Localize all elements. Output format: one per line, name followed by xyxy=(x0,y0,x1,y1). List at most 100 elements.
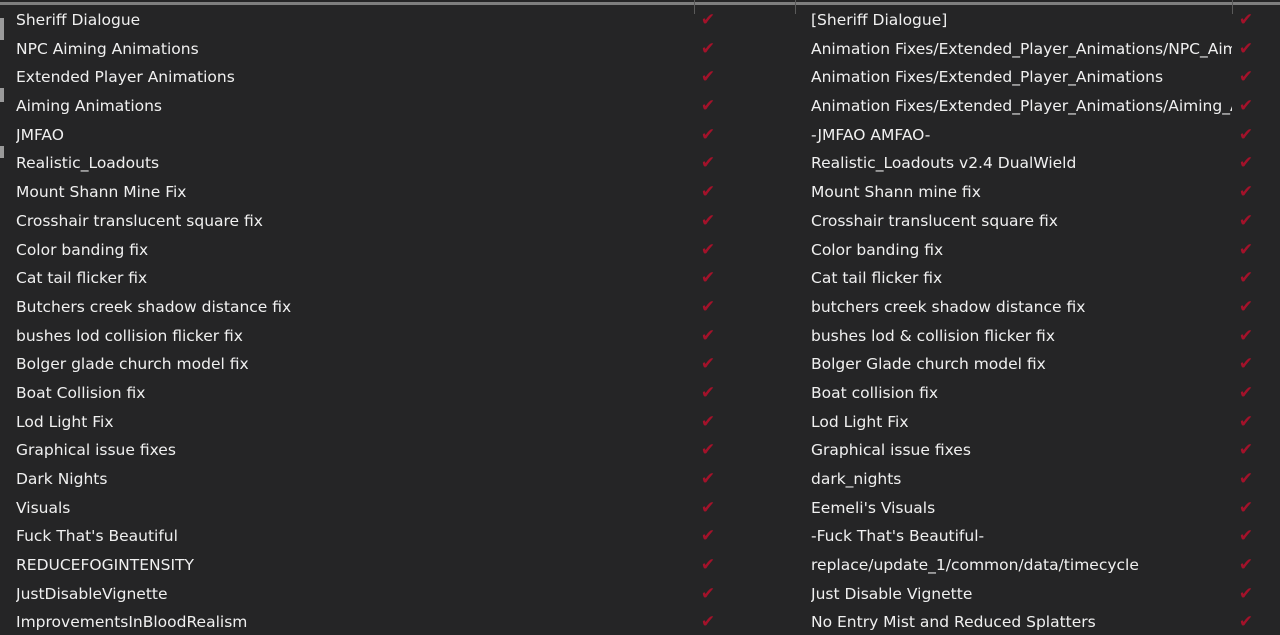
checkmark-icon[interactable]: ✔ xyxy=(1236,408,1256,437)
mod-target-cell: Eemeli's Visuals xyxy=(811,498,936,517)
checkmark-icon[interactable]: ✔ xyxy=(1236,580,1256,609)
checkmark-icon[interactable]: ✔ xyxy=(1236,322,1256,351)
checkmark-icon[interactable]: ✔ xyxy=(698,436,718,465)
checkmark-icon[interactable]: ✔ xyxy=(698,408,718,437)
checkmark-icon[interactable]: ✔ xyxy=(1236,465,1256,494)
checkmark-icon[interactable]: ✔ xyxy=(698,522,718,551)
mod-list-table: Sheriff Dialogue ✔ [Sheriff Dialogue] ✔ NPC … xyxy=(0,0,1280,635)
table-row[interactable]: Crosshair translucent square fix ✔ Crossha… xyxy=(0,207,1280,236)
table-row[interactable]: JustDisableVignette ✔ Just Disable Vignett… xyxy=(0,580,1280,609)
mod-target-cell: No Entry Mist and Reduced Splatters xyxy=(811,613,1096,632)
checkmark-icon[interactable]: ✔ xyxy=(698,494,718,523)
mod-name-cell: REDUCEFOGINTENSITY xyxy=(16,556,194,575)
mod-name-cell: Fuck That's Beautiful xyxy=(16,527,178,546)
checkmark-icon[interactable]: ✔ xyxy=(698,350,718,379)
mod-target-cell: Graphical issue fixes xyxy=(811,441,971,460)
table-row[interactable]: Visuals ✔ Eemeli's Visuals ✔ xyxy=(0,494,1280,523)
checkmark-icon[interactable]: ✔ xyxy=(698,293,718,322)
checkmark-icon[interactable]: ✔ xyxy=(698,465,718,494)
mod-name-cell: Aiming Animations xyxy=(16,97,163,116)
table-row[interactable]: JMFAO ✔ -JMFAO AMFAO- ✔ xyxy=(0,121,1280,150)
checkmark-icon[interactable]: ✔ xyxy=(1236,522,1256,551)
checkmark-icon[interactable]: ✔ xyxy=(1236,35,1256,64)
mod-target-cell: Bolger Glade church model fix xyxy=(811,355,1046,374)
mod-target-cell: Color banding fix xyxy=(811,240,944,259)
mod-target-cell: Crosshair translucent square fix xyxy=(811,211,1058,230)
mod-target-cell: [Sheriff Dialogue] xyxy=(811,11,948,29)
mod-target-cell: Animation Fixes/Extended_Player_Animatio… xyxy=(811,39,1232,58)
checkmark-icon[interactable]: ✔ xyxy=(1236,350,1256,379)
table-row[interactable]: Mount Shann Mine Fix ✔ Mount Shann mine fi… xyxy=(0,178,1280,207)
checkmark-icon[interactable]: ✔ xyxy=(1236,121,1256,150)
table-row[interactable]: REDUCEFOGINTENSITY ✔ replace/update_1/comm… xyxy=(0,551,1280,580)
checkmark-icon[interactable]: ✔ xyxy=(698,580,718,609)
checkmark-icon[interactable]: ✔ xyxy=(1236,436,1256,465)
checkmark-icon[interactable]: ✔ xyxy=(1236,92,1256,121)
table-rows: Sheriff Dialogue ✔ [Sheriff Dialogue] ✔ NPC … xyxy=(0,6,1280,635)
mod-target-cell: bushes lod & collision flicker fix xyxy=(811,326,1055,345)
mod-target-cell: dark_nights xyxy=(811,470,902,488)
table-row[interactable]: Butchers creek shadow distance fix ✔ butch… xyxy=(0,293,1280,322)
mod-target-cell: Cat tail flicker fix xyxy=(811,269,943,288)
checkmark-icon[interactable]: ✔ xyxy=(698,608,718,635)
checkmark-icon[interactable]: ✔ xyxy=(698,121,718,150)
checkmark-icon[interactable]: ✔ xyxy=(698,92,718,121)
mod-target-cell: Lod Light Fix xyxy=(811,412,909,431)
checkmark-icon[interactable]: ✔ xyxy=(698,379,718,408)
mod-target-cell: Animation Fixes/Extended_Player_Animatio… xyxy=(811,68,1164,87)
mod-name-cell: Sheriff Dialogue xyxy=(16,11,141,29)
checkmark-icon[interactable]: ✔ xyxy=(1236,608,1256,635)
checkmark-icon[interactable]: ✔ xyxy=(1236,207,1256,236)
table-row[interactable]: Dark Nights ✔ dark_nights ✔ xyxy=(0,465,1280,494)
checkmark-icon[interactable]: ✔ xyxy=(1236,551,1256,580)
table-row[interactable]: Cat tail flicker fix ✔ Cat tail flicker fi… xyxy=(0,264,1280,293)
table-row[interactable]: Sheriff Dialogue ✔ [Sheriff Dialogue] ✔ xyxy=(0,6,1280,35)
table-top-border xyxy=(0,2,1280,5)
checkmark-icon[interactable]: ✔ xyxy=(1236,63,1256,92)
checkmark-icon[interactable]: ✔ xyxy=(698,236,718,265)
checkmark-icon[interactable]: ✔ xyxy=(1236,6,1256,35)
table-row[interactable]: NPC Aiming Animations ✔ Animation Fixes/Ex… xyxy=(0,35,1280,64)
checkmark-icon[interactable]: ✔ xyxy=(698,149,718,178)
checkmark-icon[interactable]: ✔ xyxy=(698,207,718,236)
checkmark-icon[interactable]: ✔ xyxy=(698,322,718,351)
table-row[interactable]: Boat Collision fix ✔ Boat collision fix ✔ xyxy=(0,379,1280,408)
mod-name-cell: bushes lod collision flicker fix xyxy=(16,326,243,345)
table-row[interactable]: Lod Light Fix ✔ Lod Light Fix ✔ xyxy=(0,408,1280,437)
checkmark-icon[interactable]: ✔ xyxy=(698,178,718,207)
mod-name-cell: JustDisableVignette xyxy=(16,584,168,603)
mod-target-cell: butchers creek shadow distance fix xyxy=(811,297,1086,316)
mod-target-cell: Mount Shann mine fix xyxy=(811,183,981,202)
checkmark-icon[interactable]: ✔ xyxy=(1236,178,1256,207)
mod-target-cell: Just Disable Vignette xyxy=(811,584,973,603)
table-row[interactable]: Bolger glade church model fix ✔ Bolger Gla… xyxy=(0,350,1280,379)
mod-target-cell: Realistic_Loadouts v2.4 DualWield xyxy=(811,154,1077,173)
checkmark-icon[interactable]: ✔ xyxy=(1236,264,1256,293)
checkmark-icon[interactable]: ✔ xyxy=(1236,149,1256,178)
mod-name-cell: ImprovementsInBloodRealism xyxy=(16,613,248,632)
mod-name-cell: Dark Nights xyxy=(16,470,108,488)
mod-name-cell: Crosshair translucent square fix xyxy=(16,211,263,230)
table-row[interactable]: Extended Player Animations ✔ Animation Fix… xyxy=(0,63,1280,92)
mod-name-cell: Realistic_Loadouts xyxy=(16,154,160,173)
table-row[interactable]: bushes lod collision flicker fix ✔ bushes … xyxy=(0,322,1280,351)
checkmark-icon[interactable]: ✔ xyxy=(698,35,718,64)
checkmark-icon[interactable]: ✔ xyxy=(1236,379,1256,408)
mod-target-cell: replace/update_1/common/data/timecycle xyxy=(811,556,1139,575)
checkmark-icon[interactable]: ✔ xyxy=(1236,236,1256,265)
table-row[interactable]: Fuck That's Beautiful ✔ -Fuck That's Beaut… xyxy=(0,522,1280,551)
checkmark-icon[interactable]: ✔ xyxy=(1236,494,1256,523)
mod-target-cell: Boat collision fix xyxy=(811,383,939,402)
checkmark-icon[interactable]: ✔ xyxy=(698,551,718,580)
checkmark-icon[interactable]: ✔ xyxy=(698,264,718,293)
checkmark-icon[interactable]: ✔ xyxy=(698,63,718,92)
table-row[interactable]: Aiming Animations ✔ Animation Fixes/Extend… xyxy=(0,92,1280,121)
table-row[interactable]: Realistic_Loadouts ✔ Realistic_Loadouts v2… xyxy=(0,149,1280,178)
mod-name-cell: Cat tail flicker fix xyxy=(16,269,148,288)
checkmark-icon[interactable]: ✔ xyxy=(1236,293,1256,322)
table-row[interactable]: ImprovementsInBloodRealism ✔ No Entry Mist… xyxy=(0,608,1280,635)
checkmark-icon[interactable]: ✔ xyxy=(698,6,718,35)
table-row[interactable]: Graphical issue fixes ✔ Graphical issue fi… xyxy=(0,436,1280,465)
mod-name-cell: Butchers creek shadow distance fix xyxy=(16,297,292,316)
table-row[interactable]: Color banding fix ✔ Color banding fix ✔ xyxy=(0,236,1280,265)
